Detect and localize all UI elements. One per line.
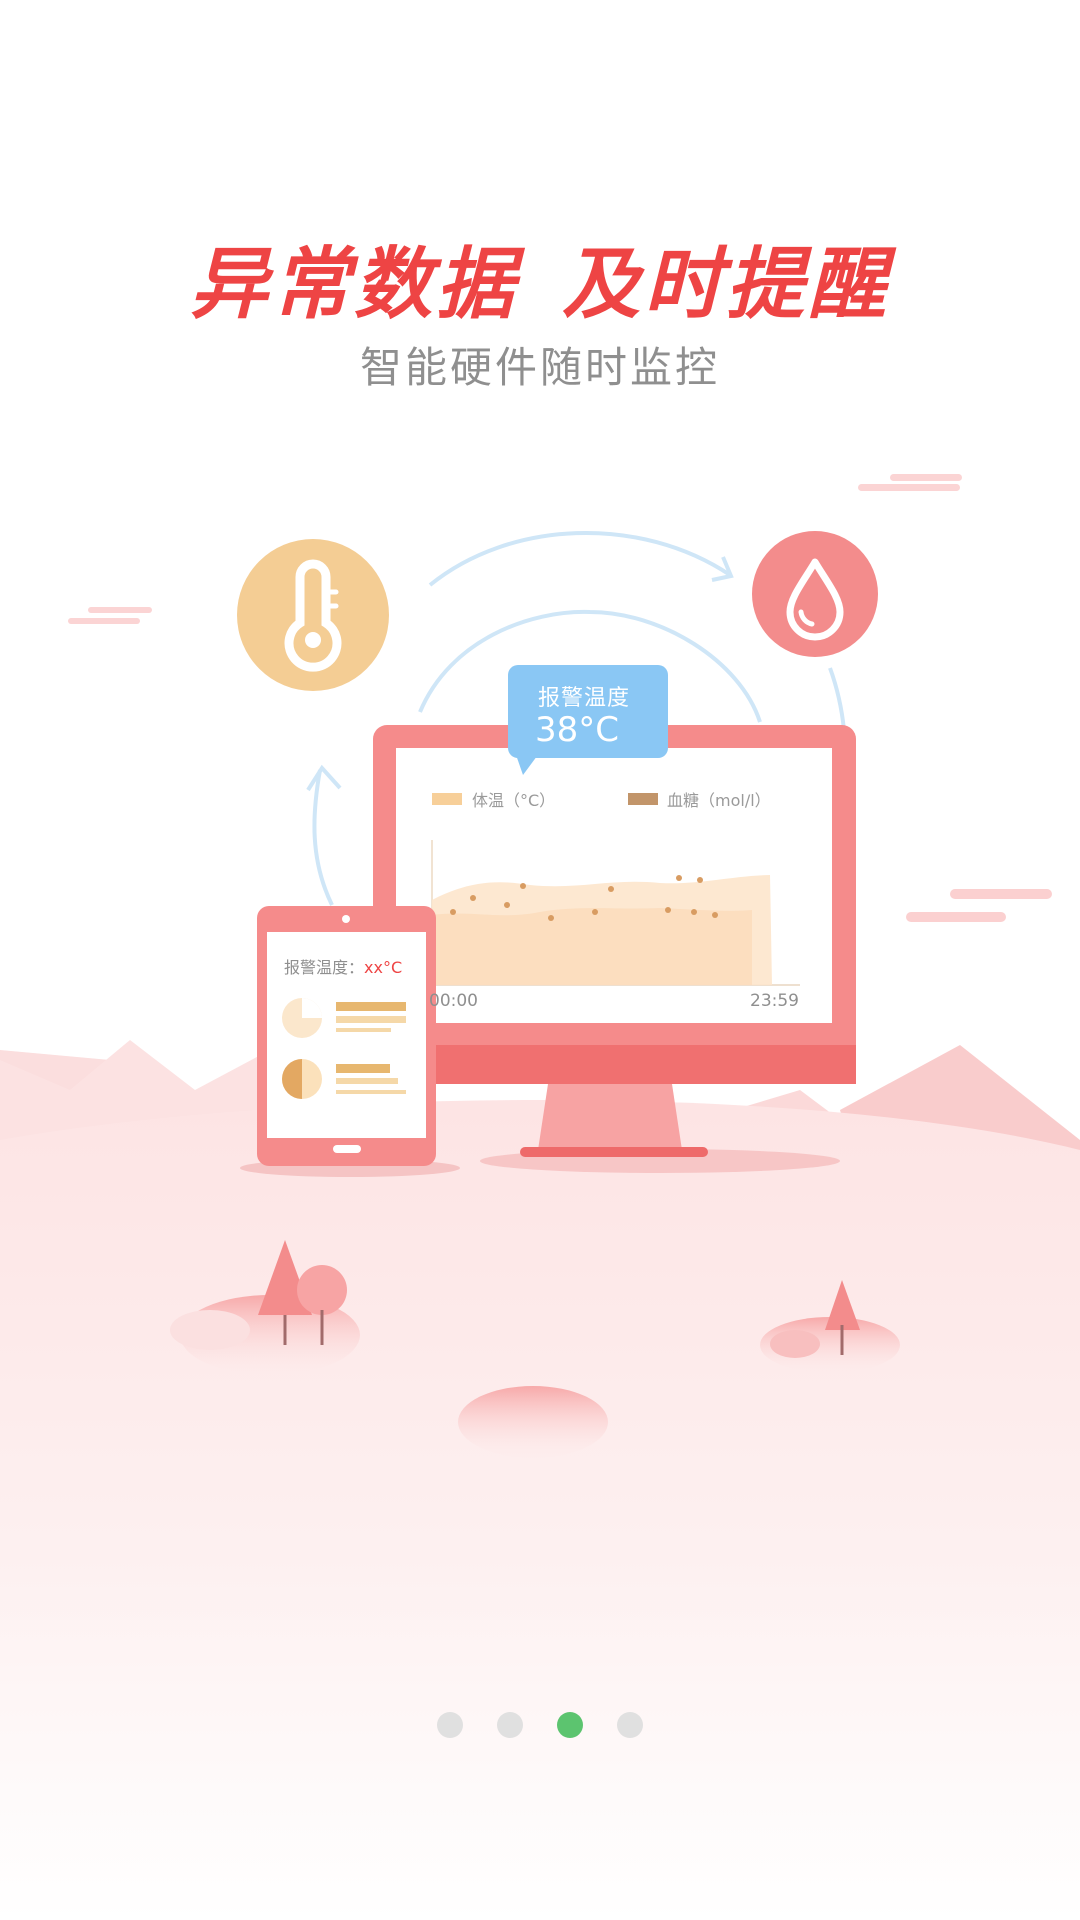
legend-sugar-label: 血糖（mol/l）	[667, 791, 771, 810]
thermometer-badge	[237, 539, 389, 691]
water-drop-badge	[752, 531, 878, 657]
legend-temp-swatch	[432, 793, 462, 805]
page-dot-1[interactable]	[437, 1712, 463, 1738]
legend-sugar-swatch	[628, 793, 658, 805]
legend-temp-label: 体温（°C）	[472, 791, 556, 810]
page-indicator	[0, 1712, 1080, 1738]
x-axis-start: 00:00	[429, 991, 478, 1011]
alert-value: 38°C	[535, 710, 620, 750]
sugar-area	[432, 908, 752, 985]
page-dot-2[interactable]	[497, 1712, 523, 1738]
illustration	[0, 474, 1080, 1920]
tablet-pie-2	[282, 1059, 406, 1099]
page-dot-3-active[interactable]	[557, 1712, 583, 1738]
tablet-alert-label: 报警温度：	[284, 958, 365, 977]
onboarding-page: 异常数据 及时提醒 智能硬件随时监控 报警温度 38°C 体温（°C） 血糖（m…	[0, 0, 1080, 1920]
ground	[0, 1100, 1080, 1920]
tablet	[240, 906, 460, 1177]
alert-title: 报警温度	[538, 686, 631, 711]
x-axis-end: 23:59	[750, 991, 799, 1011]
tablet-pie-1	[282, 998, 406, 1038]
page-dot-4[interactable]	[617, 1712, 643, 1738]
tablet-alert-value: xx°C	[364, 958, 403, 977]
tablet-alert-line: 报警温度：xx°C	[284, 954, 402, 978]
